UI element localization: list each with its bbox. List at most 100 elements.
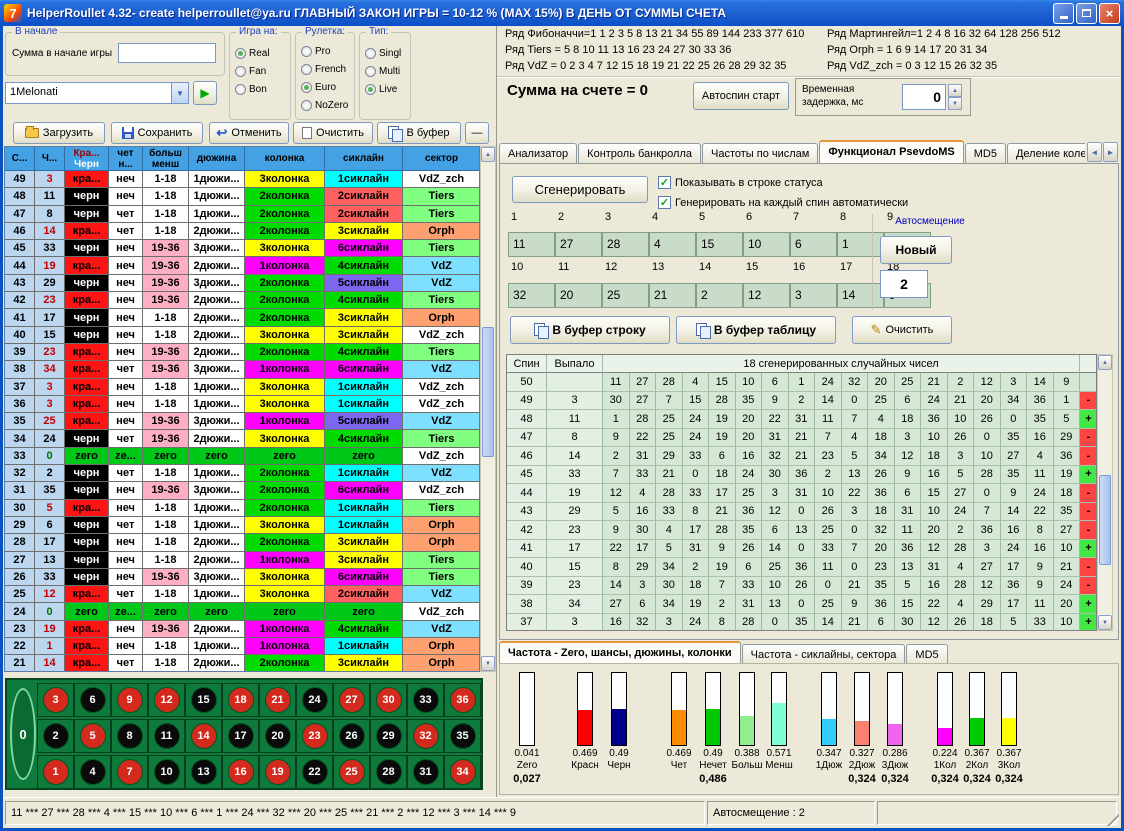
- board-cell[interactable]: 12: [148, 683, 185, 717]
- generated-table-row[interactable]: 43295163382136120263183110247142235-: [507, 503, 1096, 522]
- generated-table-row[interactable]: 493302771528359214025624212034361-: [507, 392, 1096, 411]
- game-radio-real[interactable]: Real: [235, 45, 270, 61]
- generated-table-row[interactable]: 4789222524192031217418310260351629-: [507, 429, 1096, 448]
- tab-scroll-right-icon[interactable]: ►: [1103, 142, 1118, 162]
- scrollbar-thumb[interactable]: [482, 327, 494, 457]
- board-cell[interactable]: 31: [407, 755, 444, 789]
- board-cell[interactable]: 6: [74, 683, 111, 717]
- history-row[interactable]: 4419кра...неч19-362дюжи...1колонка4сикла…: [5, 257, 479, 274]
- board-cell[interactable]: 36: [444, 683, 481, 717]
- board-cell[interactable]: 4: [74, 755, 111, 789]
- board-cell[interactable]: 28: [370, 755, 407, 789]
- history-row[interactable]: 4811черннеч1-181дюжи...2колонка2сиклайнT…: [5, 188, 479, 205]
- grid-generated-number[interactable]: 25: [602, 283, 649, 308]
- board-zero-cell[interactable]: 0: [10, 688, 36, 780]
- history-row[interactable]: 4223кра...неч19-362дюжи...2колонка4сикла…: [5, 292, 479, 309]
- board-cell[interactable]: 26: [333, 719, 370, 753]
- board-cell[interactable]: 29: [370, 719, 407, 753]
- main-tab[interactable]: Анализатор: [499, 143, 577, 164]
- history-row[interactable]: 4015черннеч1-182дюжи...3колонка3сиклайнV…: [5, 327, 479, 344]
- main-tab[interactable]: MD5: [965, 143, 1006, 164]
- start-sum-input[interactable]: [118, 43, 216, 63]
- main-tab[interactable]: Контроль банкролла: [578, 143, 701, 164]
- grid-generated-number[interactable]: 21: [649, 283, 696, 308]
- board-cell[interactable]: 10: [148, 755, 185, 789]
- grid-generated-number[interactable]: 14: [837, 283, 884, 308]
- board-cell[interactable]: 15: [185, 683, 222, 717]
- roulette-radio-french[interactable]: French: [301, 61, 348, 77]
- history-row[interactable]: 2114кра...чет1-182дюжи...2колонка3сиклай…: [5, 655, 479, 672]
- grid-generated-number[interactable]: 2: [696, 283, 743, 308]
- grid-generated-number[interactable]: 1: [837, 232, 884, 257]
- history-row[interactable]: 493кра...неч1-181дюжи...3колонка1сиклайн…: [5, 171, 479, 188]
- board-cell[interactable]: 9: [111, 683, 148, 717]
- frequency-tab[interactable]: Частота - сиклайны, сектора: [742, 644, 906, 665]
- history-row[interactable]: 4533черннеч19-363дюжи...3колонка6сиклайн…: [5, 240, 479, 257]
- generate-each-spin-checkbox[interactable]: ✓ Генерировать на каждый спин автоматиче…: [658, 196, 908, 209]
- board-cell[interactable]: 34: [444, 755, 481, 789]
- roulette-radio-pro[interactable]: Pro: [301, 43, 348, 59]
- history-row[interactable]: 330zeroze...zerozerozerozeroVdZ_zch: [5, 448, 479, 465]
- board-cell[interactable]: 18: [222, 683, 259, 717]
- history-row[interactable]: 4117черннеч1-182дюжи...2колонка3сиклайнO…: [5, 309, 479, 326]
- history-row[interactable]: 2319кра...неч19-362дюжи...1колонка4сикла…: [5, 621, 479, 638]
- board-cell[interactable]: 19: [259, 755, 296, 789]
- history-row[interactable]: 305кра...неч1-181дюжи...2колонка1сиклайн…: [5, 500, 479, 517]
- spin-down-icon[interactable]: ▼: [948, 97, 962, 110]
- grid-generated-number[interactable]: 4: [649, 232, 696, 257]
- roulette-radio-euro[interactable]: Euro: [301, 79, 348, 95]
- combobox-dropdown-icon[interactable]: ▼: [171, 83, 188, 103]
- scroll-up-icon[interactable]: ▲: [481, 147, 495, 162]
- board-cell[interactable]: 2: [37, 719, 74, 753]
- history-row[interactable]: 240zeroze...zerozerozerozeroVdZ_zch: [5, 603, 479, 620]
- history-row[interactable]: 363кра...неч1-181дюжи...3колонка1сиклайн…: [5, 396, 479, 413]
- frequency-tab[interactable]: MD5: [906, 644, 947, 665]
- board-cell[interactable]: 30: [370, 683, 407, 717]
- play-button[interactable]: ▶: [193, 81, 217, 105]
- preset-combobox[interactable]: 1Melonati ▼: [5, 82, 189, 104]
- generated-table-row[interactable]: 48111282524192022311174183610260355+: [507, 410, 1096, 429]
- grid-generated-number[interactable]: 10: [743, 232, 790, 257]
- main-tab[interactable]: Деление колеса на: [1007, 143, 1085, 164]
- board-cell[interactable]: 24: [296, 683, 333, 717]
- generated-table-scrollbar[interactable]: ▲ ▼: [1097, 354, 1113, 631]
- grid-generated-number[interactable]: 32: [508, 283, 555, 308]
- offset-input[interactable]: [880, 270, 928, 298]
- history-row[interactable]: 2817черннеч1-182дюжи...2колонка3сиклайнO…: [5, 534, 479, 551]
- grid-generated-number[interactable]: 27: [555, 232, 602, 257]
- generated-table-row[interactable]: 41172217531926140337203612283241610+: [507, 540, 1096, 559]
- history-row[interactable]: 3834кра...чет19-363дюжи...1колонка6сикла…: [5, 361, 479, 378]
- board-cell[interactable]: 21: [259, 683, 296, 717]
- generated-table-row[interactable]: 44191242833172533110223661527092418-: [507, 484, 1096, 503]
- board-cell[interactable]: 11: [148, 719, 185, 753]
- close-button[interactable]: ×: [1099, 3, 1120, 24]
- new-offset-button[interactable]: Новый: [880, 236, 952, 264]
- board-cell[interactable]: 33: [407, 683, 444, 717]
- board-cell[interactable]: 32: [407, 719, 444, 753]
- board-cell[interactable]: 7: [111, 755, 148, 789]
- copy-table-button[interactable]: В буфер таблицу: [676, 316, 836, 344]
- board-cell[interactable]: 17: [222, 719, 259, 753]
- board-cell[interactable]: 3: [37, 683, 74, 717]
- main-tab[interactable]: Функционал PsevdoMS: [819, 140, 963, 164]
- history-row[interactable]: 2512кра...чет1-181дюжи...3колонка2сиклай…: [5, 586, 479, 603]
- history-row[interactable]: 322чернчет1-181дюжи...2колонка1сиклайнVd…: [5, 465, 479, 482]
- game-radio-bon[interactable]: Bon: [235, 81, 270, 97]
- scrollbar-thumb[interactable]: [1099, 475, 1111, 565]
- history-row[interactable]: 3424чернчет19-362дюжи...3колонка4сиклайн…: [5, 430, 479, 447]
- history-row[interactable]: 2713черннеч1-182дюжи...1колонка3сиклайнT…: [5, 552, 479, 569]
- board-cell[interactable]: 23: [296, 719, 333, 753]
- show-in-statusbar-checkbox[interactable]: ✓ Показывать в строке статуса: [658, 176, 823, 189]
- generated-table-row[interactable]: 46142312933616322123534121831027436-: [507, 447, 1096, 466]
- frequency-tab[interactable]: Частота - Zero, шансы, дюжины, колонки: [499, 641, 741, 665]
- game-radio-fan[interactable]: Fan: [235, 63, 270, 79]
- board-cell[interactable]: 8: [111, 719, 148, 753]
- history-row[interactable]: 3135черннеч19-363дюжи...2колонка6сиклайн…: [5, 482, 479, 499]
- generate-button[interactable]: Сгенерировать: [512, 176, 648, 203]
- collapse-button[interactable]: —: [465, 122, 489, 144]
- history-row[interactable]: 4614кра...чет1-182дюжи...2колонка3сиклай…: [5, 223, 479, 240]
- generated-table-row[interactable]: 4015829342196253611023133142717921-: [507, 558, 1096, 577]
- type-radio-multi[interactable]: Multi: [365, 63, 401, 79]
- grid-generated-number[interactable]: 20: [555, 283, 602, 308]
- autospin-start-button[interactable]: Автоспин старт: [693, 82, 789, 110]
